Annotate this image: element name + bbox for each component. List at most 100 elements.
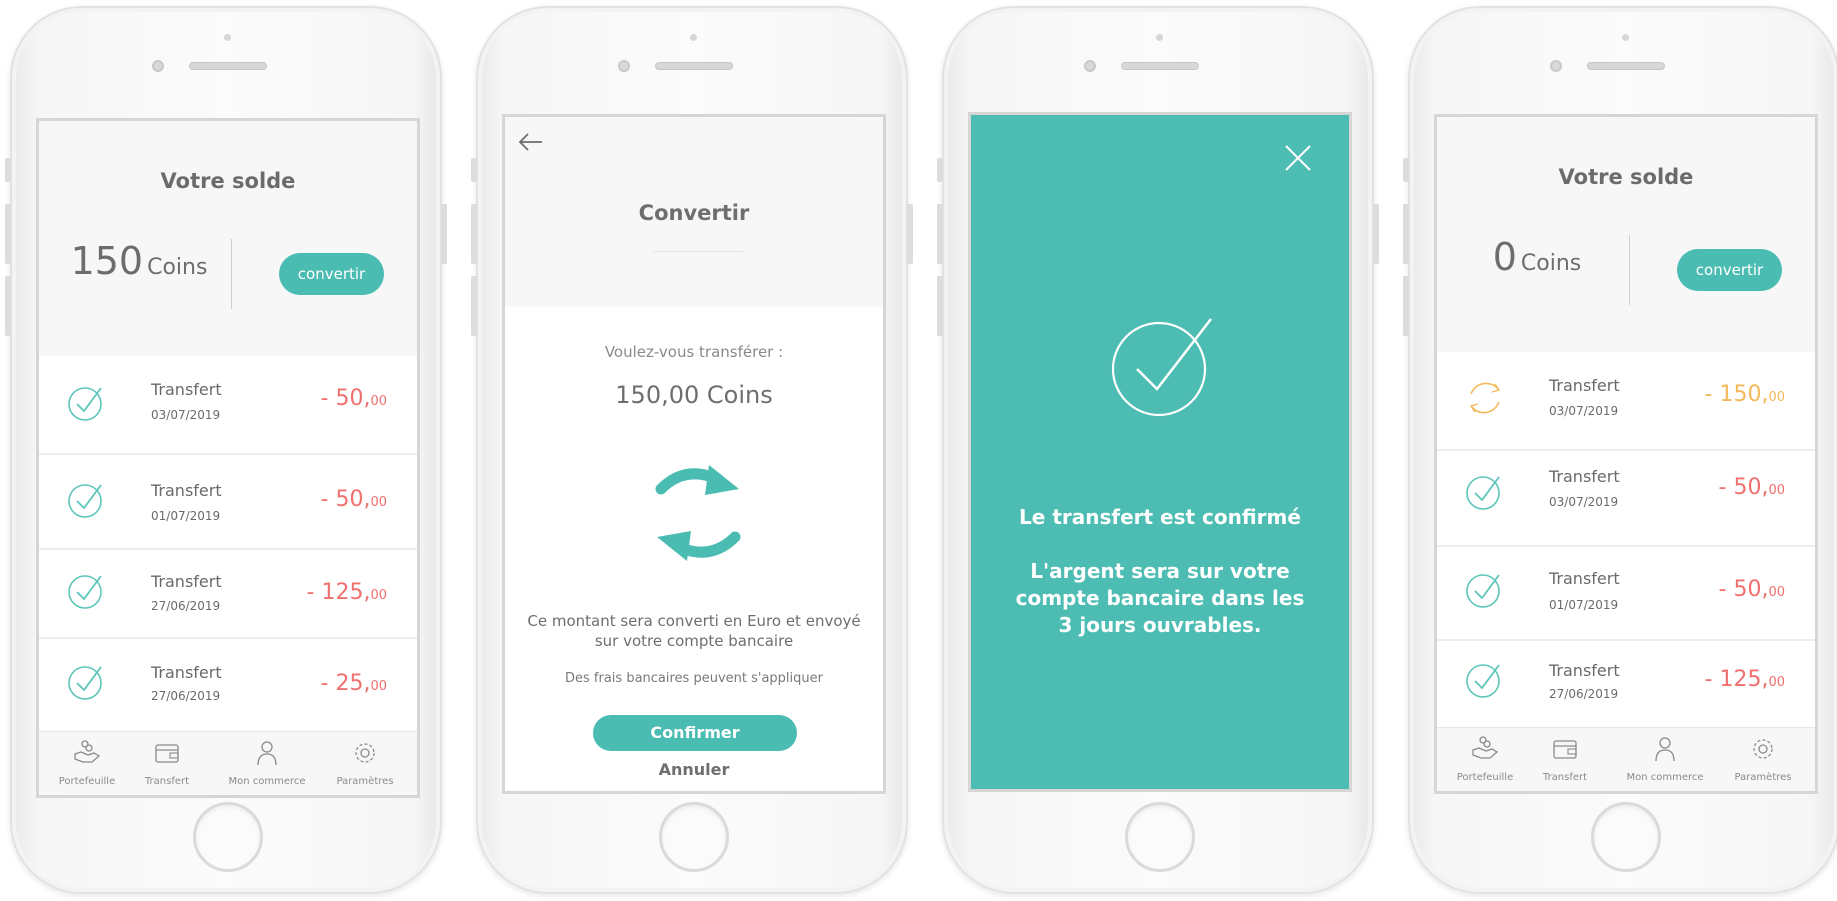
list-item[interactable]: Transfert 27/06/2019 - 125,00 xyxy=(1437,641,1815,737)
list-item[interactable]: Transfert 27/06/2019 - 125,00 xyxy=(39,550,417,639)
transaction-date: 03/07/2019 xyxy=(1549,495,1619,509)
proximity-sensor xyxy=(1622,34,1629,41)
convert-button[interactable]: convertir xyxy=(1677,249,1782,291)
power-button xyxy=(907,204,913,264)
power-button xyxy=(441,204,447,264)
list-item[interactable]: Transfert 03/07/2019 - 50,00 xyxy=(1437,451,1815,547)
close-icon[interactable] xyxy=(1283,143,1313,177)
amount-whole: - 50, xyxy=(320,386,371,411)
check-circle-icon xyxy=(67,382,107,426)
proximity-sensor xyxy=(224,34,231,41)
list-item[interactable]: Transfert 01/07/2019 - 50,00 xyxy=(39,455,417,550)
conversion-note: Ce montant sera converti en Euro et envo… xyxy=(527,612,861,650)
tab-parametres[interactable]: Paramètres xyxy=(317,738,413,787)
title-underline xyxy=(653,251,743,252)
home-button[interactable] xyxy=(1591,802,1661,872)
amount-cents: 00 xyxy=(370,588,387,603)
home-button[interactable] xyxy=(659,802,729,872)
transaction-amount: - 50,00 xyxy=(1719,475,1785,500)
confirm-button[interactable]: Confirmer xyxy=(593,715,797,751)
transaction-amount: - 125,00 xyxy=(307,580,387,605)
balance-divider xyxy=(1629,235,1630,305)
mute-switch xyxy=(1403,158,1409,182)
list-item[interactable]: Transfert 01/07/2019 - 50,00 xyxy=(1437,547,1815,641)
power-button xyxy=(1373,204,1379,264)
mute-switch xyxy=(937,158,943,182)
page-title: Convertir xyxy=(638,201,750,225)
transaction-amount: - 50,00 xyxy=(1719,577,1785,602)
tab-bar: Portefeuille Transfert Mon commerce Para… xyxy=(1437,727,1815,791)
tab-mon-commerce[interactable]: Mon commerce xyxy=(1617,734,1713,783)
tab-label: Mon commerce xyxy=(228,776,306,787)
volume-down-button xyxy=(1403,276,1409,336)
tab-transfert[interactable]: Transfert xyxy=(1517,734,1613,783)
tab-mon-commerce[interactable]: Mon commerce xyxy=(219,738,315,787)
earpiece-speaker xyxy=(1121,62,1199,70)
earpiece-speaker xyxy=(655,62,733,70)
tab-label: Transfert xyxy=(144,776,190,787)
back-arrow-icon[interactable] xyxy=(515,127,545,161)
tab-label: Paramètres xyxy=(1734,772,1792,783)
balance-screen: Votre solde 150 Coins convertir Transfert… xyxy=(36,118,420,798)
gear-icon xyxy=(317,738,413,772)
amount-cents: 00 xyxy=(370,679,387,694)
amount-cents: 00 xyxy=(1768,390,1785,405)
convert-button[interactable]: convertir xyxy=(279,253,384,295)
earpiece-speaker xyxy=(189,62,267,70)
volume-up-button xyxy=(937,204,943,264)
user-icon xyxy=(219,738,315,772)
list-item[interactable]: Transfert 27/06/2019 - 25,00 xyxy=(39,639,417,735)
volume-up-button xyxy=(471,204,477,264)
amount-whole: - 125, xyxy=(306,580,371,605)
phone-frame-convert: Convertir Voulez-vous transférer : 150,0… xyxy=(471,6,913,894)
balance-unit: Coins xyxy=(1520,251,1582,276)
cancel-button[interactable]: Annuler xyxy=(505,760,883,779)
amount-whole: - 50, xyxy=(1718,475,1769,500)
amount-cents: 00 xyxy=(1768,675,1785,690)
home-button[interactable] xyxy=(1125,802,1195,872)
transaction-date: 03/07/2019 xyxy=(151,408,221,422)
convert-arrows-icon xyxy=(655,459,741,573)
volume-down-button xyxy=(471,276,477,336)
amount-cents: 00 xyxy=(1768,483,1785,498)
front-camera xyxy=(1084,60,1096,72)
list-item[interactable]: Transfert 03/07/2019 - 150,00 xyxy=(1437,352,1815,451)
balance-value: 150 xyxy=(70,239,144,283)
convert-body: Voulez-vous transférer : 150,00 Coins Ce… xyxy=(505,307,883,791)
transaction-amount: - 150,00 xyxy=(1705,382,1785,407)
mute-switch xyxy=(5,158,11,182)
phone-frame-confirmation: Le transfert est confirmé L'argent sera … xyxy=(937,6,1379,894)
transfer-question: Voulez-vous transférer : xyxy=(604,343,784,361)
transaction-title: Transfert xyxy=(1549,661,1620,680)
check-circle-icon xyxy=(67,570,107,614)
front-camera xyxy=(152,60,164,72)
volume-down-button xyxy=(937,276,943,336)
tab-transfert[interactable]: Transfert xyxy=(119,738,215,787)
transaction-amount: - 25,00 xyxy=(321,671,387,696)
check-circle-icon xyxy=(1465,569,1505,613)
amount-cents: 00 xyxy=(1768,585,1785,600)
check-circle-icon xyxy=(67,661,107,705)
transaction-title: Transfert xyxy=(1549,467,1620,486)
page-title: Votre solde xyxy=(160,169,296,193)
front-camera xyxy=(1550,60,1562,72)
gear-icon xyxy=(1715,734,1811,768)
volume-down-button xyxy=(5,276,11,336)
list-item[interactable]: Transfert 03/07/2019 - 50,00 xyxy=(39,356,417,455)
transaction-title: Transfert xyxy=(151,380,222,399)
wallet-icon xyxy=(1517,734,1613,768)
confirmation-screen: Le transfert est confirmé L'argent sera … xyxy=(968,112,1352,792)
phone-frame-balance: Votre solde 150 Coins convertir Transfert… xyxy=(5,6,447,894)
convert-header: Convertir xyxy=(505,117,883,307)
transaction-date: 03/07/2019 xyxy=(1549,404,1619,418)
tab-parametres[interactable]: Paramètres xyxy=(1715,734,1811,783)
proximity-sensor xyxy=(1156,34,1163,41)
check-circle-icon xyxy=(1465,471,1505,515)
transaction-amount: - 50,00 xyxy=(321,487,387,512)
transaction-title: Transfert xyxy=(1549,376,1620,395)
transaction-amount: - 50,00 xyxy=(321,386,387,411)
transaction-title: Transfert xyxy=(151,481,222,500)
home-button[interactable] xyxy=(193,802,263,872)
balance-amount: 0 Coins xyxy=(1437,235,1637,279)
wallet-icon xyxy=(119,738,215,772)
